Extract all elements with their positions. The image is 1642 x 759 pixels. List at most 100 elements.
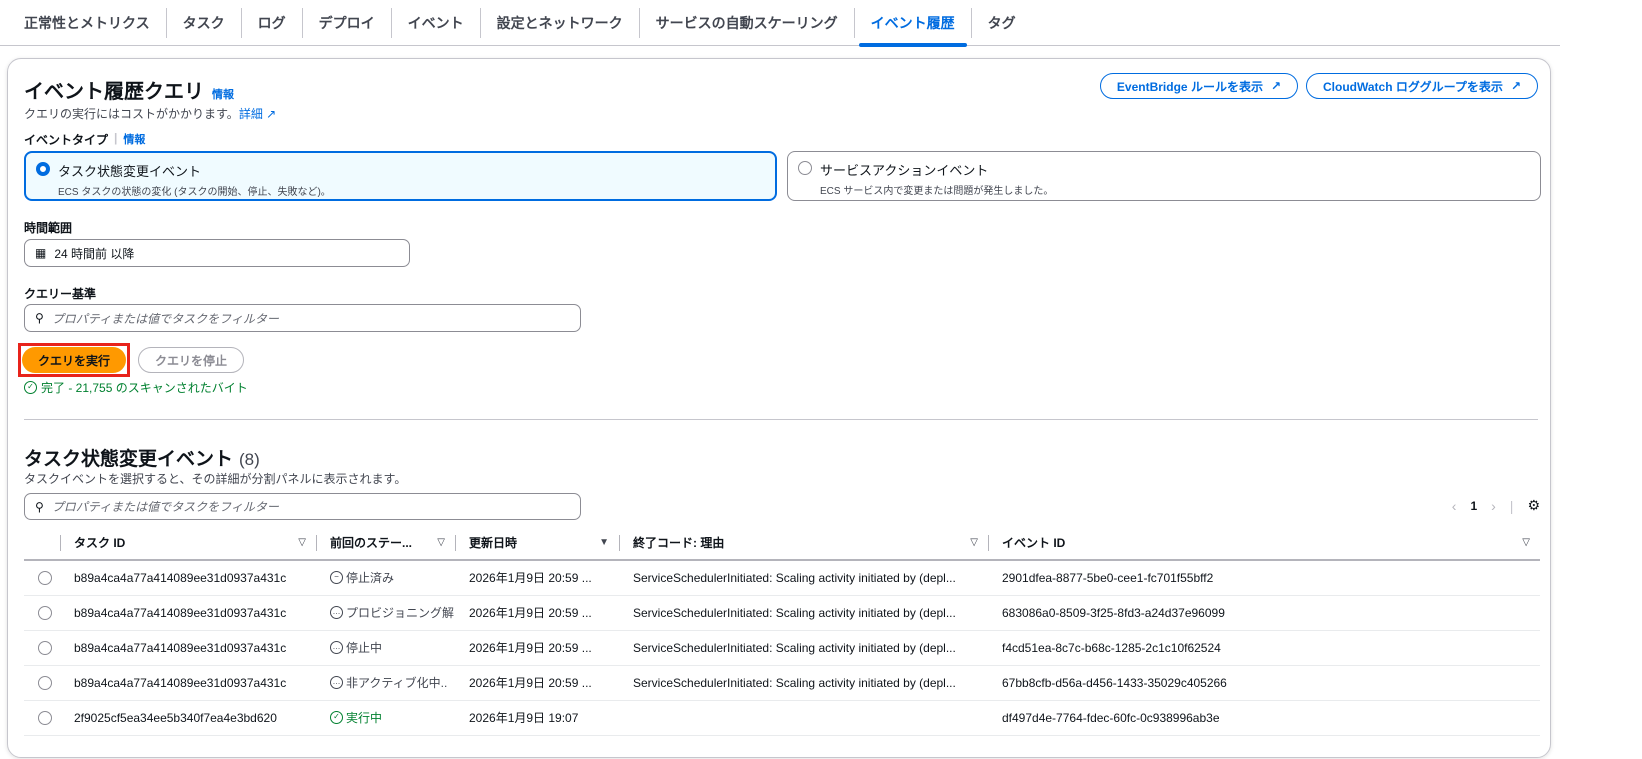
stop-query-button: クエリを停止	[138, 347, 245, 373]
event-type-option-task[interactable]: タスク状態変更イベント ECS タスクの状態の変化 (タスクの開始、停止、失敗など…	[24, 151, 777, 201]
row-radio[interactable]	[38, 711, 52, 725]
divider	[24, 419, 1538, 420]
sort-icon[interactable]: ▽	[1522, 537, 1530, 548]
page-number[interactable]: 1	[1470, 499, 1477, 513]
details-link[interactable]: 詳細 ↗	[239, 107, 276, 121]
select-column	[24, 526, 60, 561]
pending-circle-icon: …	[330, 606, 343, 619]
updated-at: 2026年1月9日 20:59 ...	[455, 560, 619, 596]
exit-reason: ServiceSchedulerInitiated: Scaling activ…	[619, 665, 988, 701]
table-row[interactable]: b89a4ca4a77a414089ee31d0937a431c − 停止済み 202…	[24, 560, 1540, 596]
query-criteria-input[interactable]: ⚲ プロパティまたは値でタスクをフィルター	[24, 304, 581, 332]
time-range-label: 時間範囲	[24, 221, 73, 235]
event-id: 2901dfea-8877-5be0-cee1-fc701f55bff2	[988, 560, 1540, 596]
run-query-button[interactable]: クエリを実行	[22, 347, 127, 373]
row-radio[interactable]	[38, 641, 52, 655]
table-row[interactable]: 2f9025cf5ea34ee5b340f7ea4e3bd620 ✓ 実行中 2026…	[24, 700, 1540, 736]
task-id[interactable]: b89a4ca4a77a414089ee31d0937a431c	[60, 560, 316, 596]
tab-1[interactable]: タスク	[167, 7, 242, 38]
events-table: タスク ID ▽ 前回のステー... ▽ 更新日時 ▼ 終了コード: 理由 ▽ イベント ID ▽…	[24, 526, 1540, 736]
results-desc: タスクイベントを選択すると、その詳細が分割パネルに表示されます。	[24, 472, 407, 486]
status: … プロビジョニング解	[330, 604, 455, 621]
tab-7[interactable]: イベント履歴	[855, 7, 972, 47]
sort-icon[interactable]: ▼	[599, 537, 609, 548]
updated-at: 2026年1月9日 20:59 ...	[455, 595, 619, 631]
search-icon: ⚲	[35, 499, 44, 514]
query-status: ✓ 完了 - 21,755 のスキャンされたバイト	[24, 379, 248, 396]
results-filter-input[interactable]: ⚲ プロパティまたは値でタスクをフィルター	[24, 493, 581, 520]
tab-bar: 正常性とメトリクス タスク ログ デプロイ イベント 設定とネットワーク サービスの自動スケ…	[0, 0, 1560, 47]
updated-at: 2026年1月9日 19:07	[455, 700, 619, 736]
event-type-label: イベントタイプ	[24, 133, 109, 147]
exit-reason	[619, 700, 988, 736]
radio-unselected[interactable]	[798, 161, 812, 175]
status: … 停止中	[330, 639, 455, 656]
view-cloudwatch-log-group-button[interactable]: CloudWatch ロググループを表示 ↗	[1306, 73, 1538, 99]
tab-6[interactable]: サービスの自動スケーリング	[640, 7, 855, 38]
view-eventbridge-rules-button[interactable]: EventBridge ルールを表示 ↗	[1099, 73, 1299, 99]
tab-0[interactable]: 正常性とメトリクス	[8, 7, 167, 38]
event-id: f4cd51ea-8c7c-b68c-1285-2c1c10f62524	[988, 630, 1540, 666]
event-type-info-link[interactable]: 情報	[123, 131, 145, 148]
table-row[interactable]: b89a4ca4a77a414089ee31d0937a431c … 停止中 2026…	[24, 630, 1540, 666]
event-history-panel: イベント履歴クエリ 情報 クエリの実行にはコストがかかります。詳細 ↗ Even…	[7, 58, 1551, 758]
task-id[interactable]: b89a4ca4a77a414089ee31d0937a431c	[60, 665, 316, 701]
sort-icon[interactable]: ▽	[970, 537, 978, 548]
placeholder: プロパティまたは値でタスクをフィルター	[51, 500, 279, 514]
time-range-value: 24 時間前 以降	[54, 246, 135, 261]
event-type-option-service[interactable]: サービスアクションイベント ECS サービス内で変更または問題が発生しました。	[787, 151, 1541, 201]
table-row[interactable]: b89a4ca4a77a414089ee31d0937a431c … 非アクティブ化…	[24, 665, 1540, 701]
tab-5[interactable]: 設定とネットワーク	[481, 7, 640, 38]
task-id[interactable]: b89a4ca4a77a414089ee31d0937a431c	[60, 630, 316, 666]
status: ✓ 実行中	[330, 709, 455, 726]
table-row[interactable]: b89a4ca4a77a414089ee31d0937a431c … プロビジョニン…	[24, 595, 1540, 631]
minus-circle-icon: −	[330, 571, 343, 585]
column-header[interactable]: 更新日時 ▼	[455, 526, 619, 561]
exit-reason: ServiceSchedulerInitiated: Scaling activ…	[619, 595, 988, 631]
tab-4[interactable]: イベント	[392, 7, 481, 38]
sort-icon[interactable]: ▽	[298, 537, 306, 548]
event-id: df497d4e-7764-fdec-60fc-0c938996ab3e	[988, 700, 1540, 736]
external-link-icon: ↗	[266, 107, 277, 121]
info-link[interactable]: 情報	[212, 86, 234, 102]
option-title: サービスアクションイベント	[820, 163, 989, 178]
column-header[interactable]: タスク ID ▽	[60, 526, 316, 561]
exit-reason: ServiceSchedulerInitiated: Scaling activ…	[619, 560, 988, 596]
task-id[interactable]: b89a4ca4a77a414089ee31d0937a431c	[60, 595, 316, 631]
event-id: 683086a0-8509-3f25-8fd3-a24d37e96099	[988, 595, 1540, 631]
search-icon: ⚲	[35, 311, 44, 325]
event-id: 67bb8cfb-d56a-d456-1433-35029c405266	[988, 665, 1540, 701]
settings-gear-icon[interactable]: ⚙	[1527, 497, 1540, 514]
radio-selected[interactable]	[36, 162, 50, 176]
run-query-highlight: クエリを実行	[18, 343, 131, 377]
sort-icon[interactable]: ▽	[437, 537, 445, 548]
updated-at: 2026年1月9日 20:59 ...	[455, 630, 619, 666]
pending-circle-icon: …	[330, 676, 343, 689]
calendar-icon: ▦	[35, 246, 47, 260]
tab-8[interactable]: タグ	[972, 8, 1032, 38]
column-header[interactable]: 終了コード: 理由 ▽	[619, 526, 988, 561]
prev-page-icon[interactable]: ‹	[1452, 498, 1457, 514]
check-circle-icon: ✓	[330, 711, 343, 724]
placeholder: プロパティまたは値でタスクをフィルター	[51, 311, 279, 326]
row-radio[interactable]	[38, 571, 52, 586]
time-range-picker[interactable]: ▦ 24 時間前 以降	[24, 239, 410, 267]
tab-3[interactable]: デプロイ	[303, 7, 392, 38]
page-title: イベント履歴クエリ	[24, 81, 204, 103]
row-radio[interactable]	[38, 676, 52, 690]
results-title: タスク状態変更イベント	[24, 449, 234, 470]
column-header[interactable]: 前回のステー... ▽	[316, 526, 455, 561]
status: − 停止済み	[330, 569, 455, 586]
pending-circle-icon: …	[330, 641, 343, 654]
external-link-icon: ↗	[1270, 79, 1282, 93]
column-header[interactable]: イベント ID ▽	[988, 526, 1540, 561]
check-circle-icon: ✓	[24, 381, 37, 394]
external-link-icon: ↗	[1510, 79, 1521, 93]
row-radio[interactable]	[38, 606, 52, 620]
query-criteria-label: クエリー基準	[24, 287, 97, 301]
exit-reason: ServiceSchedulerInitiated: Scaling activ…	[619, 630, 988, 666]
task-id[interactable]: 2f9025cf5ea34ee5b340f7ea4e3bd620	[60, 700, 316, 736]
status: … 非アクティブ化中..	[330, 674, 455, 691]
tab-2[interactable]: ログ	[242, 7, 303, 38]
next-page-icon[interactable]: ›	[1491, 498, 1496, 514]
